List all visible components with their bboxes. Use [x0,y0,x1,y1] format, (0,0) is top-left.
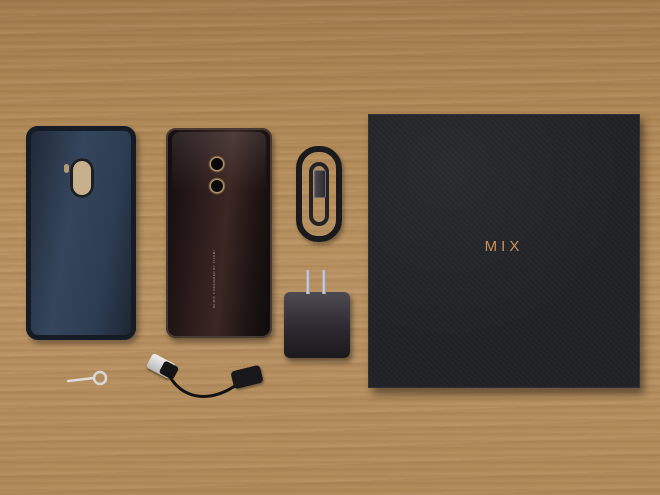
charger-prong-left [306,270,310,294]
headphone-jack-adapter [230,364,264,390]
unboxing-photo: MI MIX 2 DESIGNED BY XIAOMI MIX [0,0,660,495]
phone-back-print: MI MIX 2 DESIGNED BY XIAOMI [212,249,216,308]
product-box: MIX [368,114,640,388]
phone-back: MI MIX 2 DESIGNED BY XIAOMI [166,128,272,338]
sim-eject-tool-icon [66,370,108,386]
usb-plug [314,170,326,198]
charger-prong-right [322,270,326,294]
box-logo: MIX [484,238,524,255]
usb-cable [296,146,342,242]
case-camera-cutout [70,158,94,198]
camera-lens-icon [208,155,226,173]
phone-case [26,126,136,340]
case-flash-cutout [64,164,69,173]
fingerprint-sensor-icon [208,177,226,195]
wall-charger [284,270,350,358]
